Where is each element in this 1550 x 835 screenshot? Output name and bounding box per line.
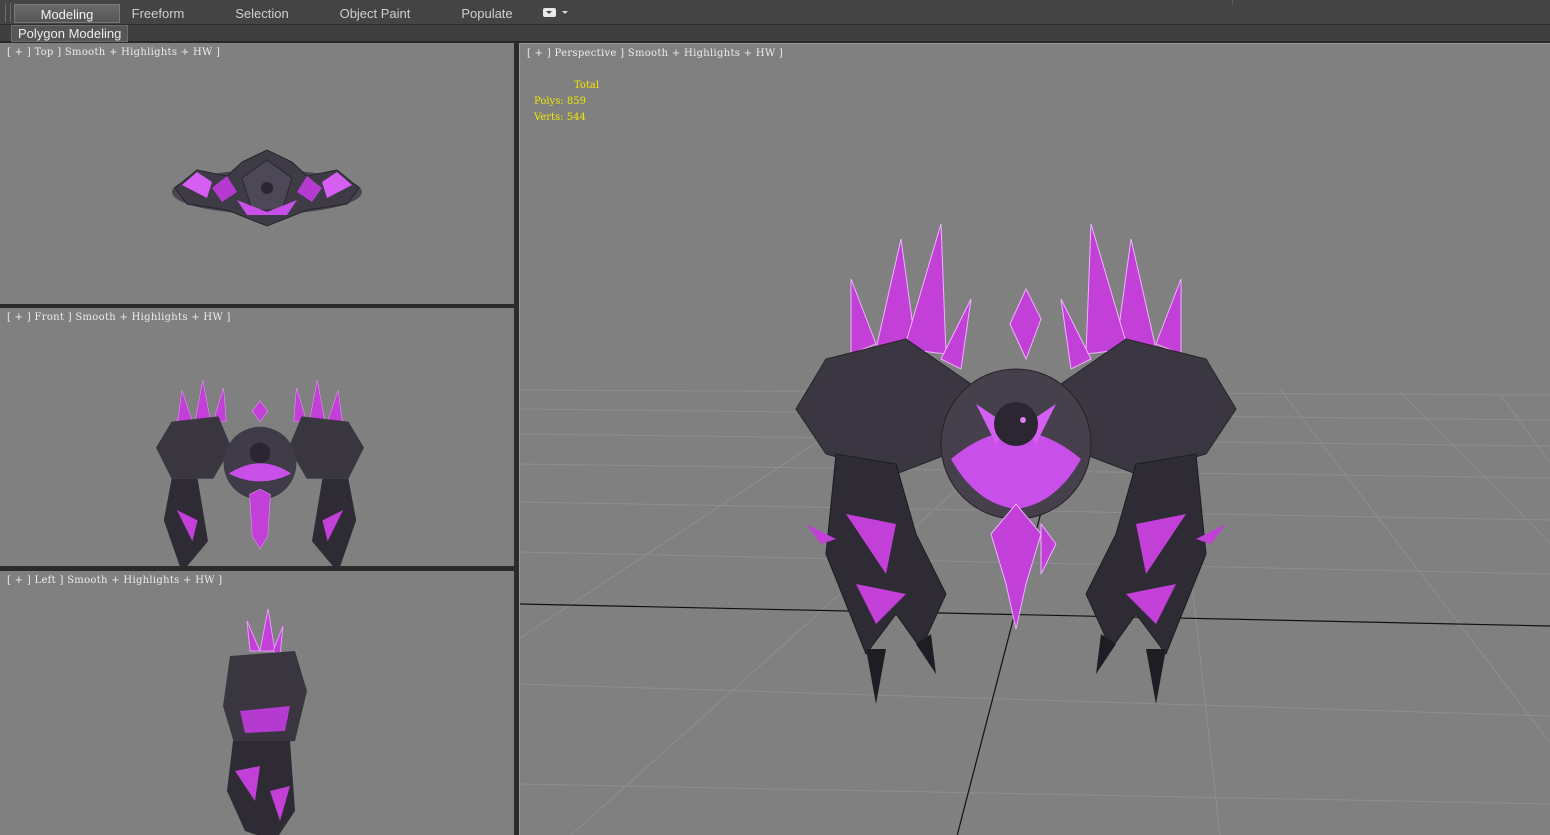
verts-value: 544 bbox=[566, 112, 586, 123]
model-front-view bbox=[156, 379, 364, 566]
model-top-view bbox=[172, 149, 362, 227]
ribbon-tab-bar: Modeling Freeform Selection Object Paint… bbox=[0, 0, 1550, 25]
stats-header: Total bbox=[574, 80, 600, 91]
tab-modeling[interactable]: Modeling bbox=[14, 4, 120, 23]
model-left-view bbox=[223, 608, 307, 835]
ribbon-toggle-icon bbox=[543, 8, 556, 17]
stats-polys: Polys: 859 bbox=[534, 94, 599, 110]
perspective-scene bbox=[520, 223, 1550, 835]
viewport-perspective[interactable]: [ + ] Perspective ] Smooth + Highlights … bbox=[519, 43, 1550, 835]
viewport-front[interactable]: [ + ] Front ] Smooth + Highlights + HW ] bbox=[0, 308, 514, 566]
axis-x-line bbox=[520, 603, 1550, 627]
polygon-modeling-panel-toggle[interactable]: Polygon Modeling bbox=[11, 25, 129, 42]
stats-verts: Verts: 544 bbox=[534, 110, 599, 126]
tab-populate[interactable]: Populate bbox=[452, 4, 522, 23]
tab-freeform[interactable]: Freeform bbox=[118, 4, 198, 23]
polys-value: 859 bbox=[566, 96, 586, 107]
crystal-golem-model bbox=[795, 223, 1237, 704]
viewport-label-perspective[interactable]: [ + ] Perspective ] Smooth + Highlights … bbox=[527, 48, 783, 59]
scene-statistics: Total Polys: 859 Verts: 544 bbox=[534, 78, 599, 126]
viewport-top[interactable]: [ + ] Top ] Smooth + Highlights + HW ] bbox=[0, 43, 514, 304]
ribbon-panel-row: Polygon Modeling bbox=[0, 25, 1550, 42]
tab-selection[interactable]: Selection bbox=[222, 4, 302, 23]
tab-object-paint[interactable]: Object Paint bbox=[330, 4, 420, 23]
viewport-left[interactable]: [ + ] Left ] Smooth + Highlights + HW ] bbox=[0, 571, 514, 835]
chevron-down-icon bbox=[562, 11, 568, 14]
polys-label: Polys: bbox=[534, 96, 564, 107]
tabs-divider bbox=[1232, 0, 1233, 4]
verts-label: Verts: bbox=[534, 112, 564, 123]
ribbon-grip-handle[interactable] bbox=[5, 3, 11, 22]
ribbon-options-dropdown[interactable] bbox=[543, 6, 571, 20]
